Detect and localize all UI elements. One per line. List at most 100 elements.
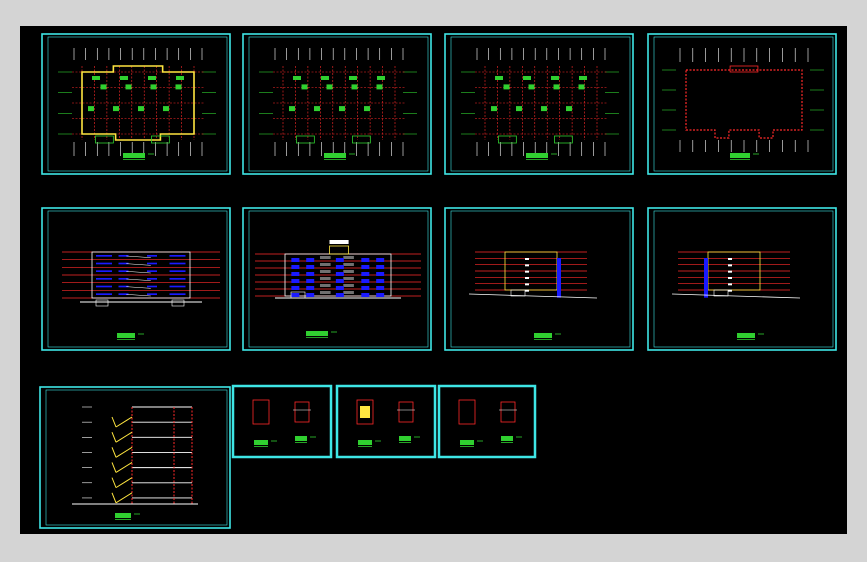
window <box>376 279 385 283</box>
room-tag <box>113 106 119 112</box>
drawing-title-label <box>526 153 557 160</box>
room-tag <box>551 76 559 80</box>
drawing-title-label <box>730 153 759 160</box>
drawing-title-label <box>460 440 483 447</box>
balcony <box>498 135 517 144</box>
room-tag <box>523 76 531 80</box>
detail-outline-b <box>294 401 310 423</box>
room-tag <box>377 76 385 80</box>
stair-flight <box>111 416 133 428</box>
room-tag <box>351 84 358 90</box>
window <box>335 293 344 297</box>
room-tag <box>289 106 295 112</box>
room-tag <box>541 106 547 112</box>
stair-flight <box>111 462 133 473</box>
window <box>96 293 112 295</box>
window <box>147 285 157 288</box>
room-tag <box>293 76 301 80</box>
window <box>96 285 112 288</box>
title-block <box>730 153 750 158</box>
entrance <box>171 299 185 307</box>
window <box>335 265 344 269</box>
stair-shaft <box>343 270 354 273</box>
window <box>169 255 186 257</box>
window-mark <box>525 264 529 267</box>
title-block <box>295 436 307 441</box>
room-tag <box>314 106 320 112</box>
window-mark <box>728 264 732 267</box>
drawing-title-label <box>358 440 381 447</box>
window <box>306 286 315 290</box>
room-tag <box>120 76 128 80</box>
room-tag <box>100 84 107 90</box>
room-tag <box>125 84 132 90</box>
sheet-floor-plan-1 <box>41 33 231 175</box>
detail-outline-b <box>500 401 516 423</box>
window <box>291 293 300 297</box>
stair-shaft <box>343 277 354 280</box>
window <box>147 278 157 280</box>
window <box>306 293 315 297</box>
drawing-title-label <box>534 333 561 340</box>
drawing-title-label <box>324 153 355 160</box>
sheet-inner-frame <box>47 210 228 348</box>
sheet-frame <box>39 386 231 529</box>
detail-pair <box>356 399 420 447</box>
drawing-title-label <box>123 153 154 160</box>
window <box>361 258 370 262</box>
window <box>147 293 157 295</box>
window <box>361 286 370 290</box>
entrance <box>95 299 109 307</box>
sheet-front-elevation <box>41 207 231 351</box>
sheet-side-elevation-1 <box>444 207 634 351</box>
sheet-rear-elevation <box>242 207 432 351</box>
detail-outline-a <box>458 399 476 425</box>
stair-flight <box>111 446 133 458</box>
drawing-title-label <box>115 513 140 520</box>
sheet-floor-plan-3 <box>444 33 634 175</box>
stair-shaft <box>319 256 331 259</box>
window <box>376 265 385 269</box>
drawing-title-label <box>399 436 420 443</box>
roof-outline <box>685 69 803 139</box>
cad-drawing-canvas <box>20 26 847 534</box>
window <box>361 265 370 269</box>
roof-stair-hut <box>329 245 349 255</box>
window <box>361 293 370 297</box>
title-block <box>501 436 513 441</box>
sheet-frame <box>647 207 837 351</box>
window <box>361 279 370 283</box>
room-tag <box>339 106 345 112</box>
title-block <box>115 513 131 518</box>
window <box>335 258 344 262</box>
stair-shaft <box>343 263 354 266</box>
roof-label <box>329 240 349 244</box>
window <box>306 272 315 276</box>
stair-shaft <box>319 291 331 294</box>
roof-parapet <box>729 65 759 73</box>
window <box>376 258 385 262</box>
window <box>335 279 344 283</box>
window <box>147 255 157 257</box>
room-tag <box>163 106 169 112</box>
window <box>169 262 186 265</box>
sheet-frame <box>231 384 333 459</box>
window-mark <box>525 270 529 273</box>
stair-flight <box>111 492 133 504</box>
window-mark <box>728 283 732 286</box>
drawing-sheet-set <box>39 33 837 529</box>
drawing-title-label <box>306 331 337 338</box>
sheet-detail-1 <box>231 384 333 459</box>
window <box>306 258 315 262</box>
room-tag <box>150 84 157 90</box>
sheet-inner-frame <box>450 210 631 348</box>
window <box>335 272 344 276</box>
drawing-title-label <box>501 436 522 443</box>
room-tag <box>301 84 308 90</box>
room-tag <box>349 76 357 80</box>
title-block <box>399 436 411 441</box>
detail-outline-a <box>252 399 270 425</box>
window <box>306 265 315 269</box>
window <box>376 272 385 276</box>
sheet-frame <box>41 207 231 351</box>
